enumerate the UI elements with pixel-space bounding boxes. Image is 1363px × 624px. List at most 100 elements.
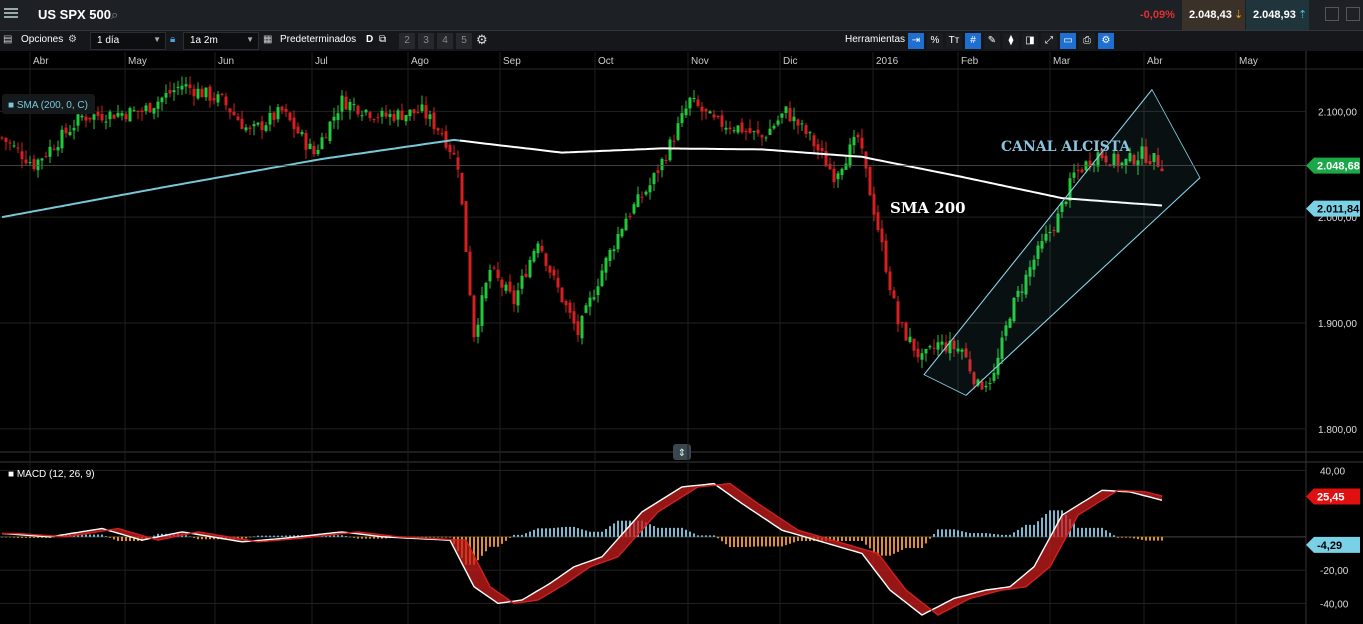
d-button[interactable]: D xyxy=(366,34,373,45)
draw-tool-icon[interactable]: ✎ xyxy=(984,33,1000,49)
macd-signal-fill xyxy=(2,483,1162,615)
range-select[interactable]: 1a 2m ▼ xyxy=(183,32,259,50)
candle-body xyxy=(876,212,880,230)
macd-histogram-bar xyxy=(517,534,519,537)
buy-price-button[interactable]: 2.048,93 ⇡ xyxy=(1246,0,1309,30)
detach-window-icon[interactable] xyxy=(1325,7,1339,21)
presets-button[interactable]: Predeterminados xyxy=(280,34,356,45)
options-button[interactable]: Opciones xyxy=(21,34,63,45)
candle-body xyxy=(664,159,668,161)
macd-histogram-bar xyxy=(937,529,939,537)
search-icon[interactable]: ⌕ xyxy=(111,7,118,23)
text-tool-icon[interactable]: Tт xyxy=(946,33,962,49)
chart-settings-tool-icon[interactable]: ⚙ xyxy=(1098,33,1114,49)
candle-body xyxy=(636,194,640,207)
chevron-down-icon: ▼ xyxy=(153,35,161,44)
calendar-icon[interactable]: ▦ xyxy=(263,34,272,45)
layout-tab-5[interactable]: 5 xyxy=(456,33,472,49)
sma-legend-text: ■ SMA (200, 0, C) xyxy=(8,100,88,111)
candle-body xyxy=(288,112,292,121)
layout-tab-4[interactable]: 4 xyxy=(437,33,453,49)
candle-body xyxy=(388,113,392,118)
label-tool-icon[interactable]: ▭ xyxy=(1060,33,1076,49)
settings-gear-icon[interactable]: ⚙ xyxy=(476,32,488,48)
candle-body xyxy=(40,158,44,161)
macd-histogram-bar xyxy=(537,528,539,537)
autoscale-tool-icon[interactable]: ⇥ xyxy=(908,33,924,49)
macd-histogram-bar xyxy=(677,527,679,537)
macd-histogram-bar xyxy=(337,535,339,537)
macd-histogram-bar xyxy=(889,536,891,556)
candle-body xyxy=(440,133,444,135)
candle-body xyxy=(144,105,148,112)
candle-body xyxy=(100,114,104,121)
candle-body xyxy=(224,96,228,106)
macd-histogram-bar xyxy=(1009,534,1011,537)
percent-tool-icon[interactable]: % xyxy=(927,33,943,49)
candle-body xyxy=(820,147,824,152)
macd-histogram-bar xyxy=(893,536,895,554)
macd-histogram-bar xyxy=(789,536,791,544)
resize-arrows-icon: ⇕ xyxy=(678,448,686,459)
macd-histogram-bar xyxy=(837,536,839,542)
macd-histogram-bar xyxy=(281,535,283,537)
macd-histogram-bar xyxy=(561,527,563,537)
sell-price-button[interactable]: 2.048,43 ⇣ xyxy=(1182,0,1245,30)
candle-body xyxy=(760,135,764,138)
macd-histogram-bar xyxy=(425,536,427,538)
candle-body xyxy=(204,87,208,98)
print-tool-icon[interactable]: ⎙ xyxy=(1079,33,1095,49)
candle-body xyxy=(984,385,988,388)
bars-tool-icon[interactable]: ◨ xyxy=(1022,33,1038,49)
macd-histogram-bar xyxy=(365,536,367,539)
close-window-icon[interactable] xyxy=(1346,7,1360,21)
layout-tab-3[interactable]: 3 xyxy=(418,33,434,49)
candle-body xyxy=(916,348,920,358)
candles-tool-icon[interactable]: ⧫ xyxy=(1003,33,1019,49)
macd-histogram-bar xyxy=(781,536,783,547)
macd-histogram-bar xyxy=(865,536,867,545)
macd-histogram-bar xyxy=(765,536,767,547)
macd-histogram-bar xyxy=(1105,530,1107,537)
macd-histogram-bar xyxy=(737,536,739,548)
candle-body xyxy=(524,273,528,277)
macd-histogram-bar xyxy=(341,535,343,537)
instrument-name[interactable]: US SPX 500 xyxy=(38,7,111,22)
candle-body xyxy=(444,131,448,148)
candle-body xyxy=(936,342,940,350)
macd-histogram-bar xyxy=(585,530,587,537)
candle-body xyxy=(168,90,172,94)
candle-body xyxy=(184,84,188,87)
lock-icon[interactable]: 🔒︎ xyxy=(170,34,175,45)
sma-value-tag: 2.011,84 xyxy=(1306,200,1360,217)
grid-tool-icon[interactable]: # xyxy=(965,33,981,49)
interval-select[interactable]: 1 día ▼ xyxy=(90,32,166,50)
candle-body xyxy=(232,111,236,116)
macd-histogram-bar xyxy=(1049,510,1051,537)
macd-histogram-bar xyxy=(1089,527,1091,537)
candle-body xyxy=(828,163,832,170)
layout-tab-2[interactable]: 2 xyxy=(399,33,415,49)
macd-hist-tag-text: -4,29 xyxy=(1317,540,1342,552)
price-chart[interactable]: ⇕ CANAL ALCISTA SMA 200 ■ SMA (200, 0, C) ■… xyxy=(0,51,1363,624)
options-gear-icon[interactable]: ⚙ xyxy=(68,34,77,45)
sma-legend: ■ SMA (200, 0, C) xyxy=(2,94,95,114)
candle-body xyxy=(856,134,860,138)
indicators-tool-icon[interactable]: ⤢ xyxy=(1041,33,1057,49)
hamburger-menu-icon[interactable] xyxy=(4,6,18,20)
new-window-icon[interactable]: ⧉ xyxy=(379,34,386,45)
macd-histogram-bar xyxy=(505,536,507,541)
macd-histogram-bar xyxy=(429,536,431,538)
sell-price: 2.048,43 xyxy=(1189,9,1232,21)
macd-histogram-bar xyxy=(757,536,759,547)
macd-histogram-bar xyxy=(37,536,39,538)
candle-body xyxy=(408,109,412,117)
candle-body xyxy=(68,132,72,136)
options-menu-icon[interactable]: ▤ xyxy=(3,34,12,45)
macd-histogram-bar xyxy=(501,536,503,544)
candle-body xyxy=(80,115,84,118)
candle-body xyxy=(648,185,652,193)
candle-body xyxy=(792,116,796,122)
macd-histogram-bar xyxy=(1073,523,1075,537)
macd-histogram-bar xyxy=(601,531,603,537)
